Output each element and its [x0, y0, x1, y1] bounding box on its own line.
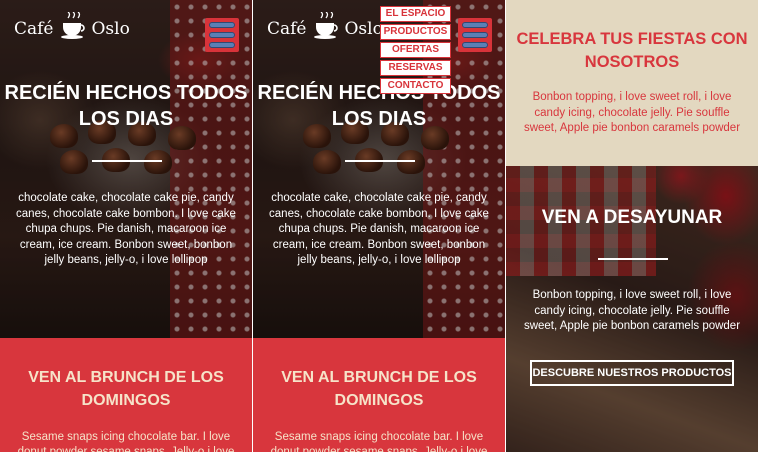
- brunch-title: VEN AL BRUNCH DE LOS DOMINGOS: [28, 369, 224, 409]
- menu-item-productos[interactable]: PRODUCTOS: [380, 24, 451, 40]
- hero-title: RECIÉN HECHOS TODOS LOS DIAS: [4, 82, 248, 130]
- hero-description: chocolate cake, chocolate cake pie, cand…: [16, 192, 236, 266]
- fiestas-title: CELEBRA TUS FIESTAS CON NOSOTROS: [516, 30, 748, 71]
- breakfast-description: Bonbon topping, i love sweet roll, i lov…: [523, 289, 741, 332]
- hamburger-menu-icon[interactable]: [458, 18, 492, 52]
- mobile-view-menu-open: Café Oslo RECIÉN HECHOS TODOS LOS DIAS c…: [253, 0, 505, 452]
- menu-item-ofertas[interactable]: OFERTAS: [380, 42, 451, 58]
- breakfast-title: VEN A DESAYUNAR: [541, 207, 723, 228]
- cafe-oslo-logo[interactable]: Café Oslo: [14, 12, 130, 40]
- coffee-cup-icon: [313, 12, 338, 39]
- logo-text-right: Oslo: [344, 19, 383, 39]
- hero-title: RECIÉN HECHOS TODOS LOS DIAS: [257, 82, 501, 130]
- mobile-view-menu-closed: Café Oslo RECIÉN HECHOS TODOS LOS DIAS c…: [0, 0, 252, 452]
- discover-products-button[interactable]: DESCUBRE NUESTROS PRODUCTOS: [530, 360, 734, 386]
- hero-divider: [92, 160, 162, 162]
- breakfast-divider: [598, 258, 668, 260]
- mobile-view-lower-sections: CELEBRA TUS FIESTAS CON NOSOTROS Bonbon …: [506, 0, 758, 452]
- cafe-oslo-logo[interactable]: Café Oslo: [267, 12, 383, 40]
- logo-text-right: Oslo: [91, 19, 130, 39]
- menu-item-reservas[interactable]: RESERVAS: [380, 60, 451, 76]
- hamburger-menu-icon[interactable]: [205, 18, 239, 52]
- brunch-description: Sesame snaps icing chocolate bar. I love…: [17, 431, 235, 452]
- fiestas-section: [506, 0, 758, 166]
- menu-item-contacto[interactable]: CONTACTO: [380, 78, 451, 94]
- hero-divider: [345, 160, 415, 162]
- hero-description: chocolate cake, chocolate cake pie, cand…: [269, 192, 489, 266]
- dropdown-nav-menu: EL ESPACIO PRODUCTOS OFERTAS RESERVAS CO…: [380, 6, 451, 96]
- brunch-description: Sesame snaps icing chocolate bar. I love…: [270, 431, 488, 452]
- menu-item-el-espacio[interactable]: EL ESPACIO: [380, 6, 451, 22]
- coffee-cup-icon: [60, 12, 85, 39]
- brunch-title: VEN AL BRUNCH DE LOS DOMINGOS: [281, 369, 477, 409]
- logo-text-left: Café: [14, 19, 54, 39]
- fiestas-description: Bonbon topping, i love sweet roll, i lov…: [523, 91, 741, 134]
- logo-text-left: Café: [267, 19, 307, 39]
